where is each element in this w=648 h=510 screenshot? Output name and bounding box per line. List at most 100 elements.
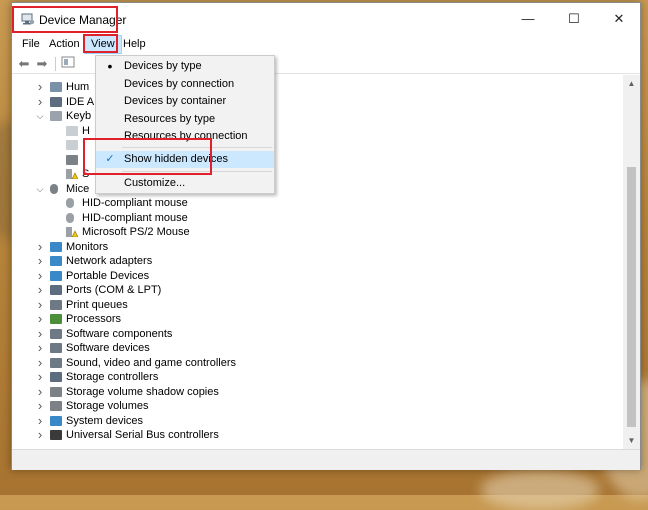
- device-manager-window: Device Manager — ☐ ✕ File Action View He…: [11, 2, 641, 470]
- tree-node[interactable]: › System devices: [12, 413, 612, 428]
- collapsed-chevron-icon[interactable]: ›: [35, 312, 45, 326]
- hid-icon: [50, 82, 62, 92]
- collapsed-chevron-icon[interactable]: ›: [35, 370, 45, 384]
- view-menu-item-label: Resources by type: [124, 112, 216, 125]
- collapsed-chevron-icon[interactable]: ›: [35, 239, 45, 254]
- portable-device-icon: [50, 270, 62, 281]
- tree-node[interactable]: › Network adapters: [12, 254, 612, 268]
- tree-node-label: IDE A: [66, 95, 95, 108]
- collapsed-chevron-icon[interactable]: ›: [35, 399, 45, 413]
- monitor-icon: [50, 241, 62, 252]
- collapsed-chevron-icon[interactable]: ›: [35, 428, 45, 442]
- tree-node[interactable]: › Software devices: [12, 341, 612, 355]
- view-menu-item[interactable]: Devices by container: [96, 93, 274, 110]
- tree-node-label: Software devices: [66, 342, 150, 354]
- status-bar: [12, 449, 640, 470]
- expanded-chevron-icon[interactable]: ⌵: [35, 109, 45, 123]
- mouse-icon: [66, 198, 74, 208]
- usb-icon: [50, 430, 62, 440]
- tree-node[interactable]: › Sound, video and game controllers: [12, 355, 612, 370]
- collapsed-chevron-icon[interactable]: ›: [35, 355, 45, 370]
- scrollbar-thumb[interactable]: [627, 167, 636, 427]
- view-menu-item[interactable]: • Devices by type: [96, 58, 274, 75]
- view-menu-item[interactable]: Resources by type: [96, 111, 274, 128]
- keyboard-icon: [66, 125, 78, 136]
- speaker-icon: [50, 357, 62, 368]
- collapsed-chevron-icon[interactable]: ›: [35, 283, 45, 297]
- collapsed-chevron-icon[interactable]: ›: [35, 384, 45, 399]
- tree-node[interactable]: HID-compliant mouse: [12, 196, 612, 210]
- tree-node-label: System devices: [66, 414, 144, 427]
- mouse-icon: [50, 183, 58, 194]
- tree-node-label: Monitors: [66, 240, 109, 253]
- collapsed-chevron-icon[interactable]: ›: [35, 94, 45, 109]
- keyboard-icon: [66, 154, 78, 165]
- scroll-down-icon[interactable]: ▼: [623, 432, 640, 449]
- forward-arrow-icon[interactable]: ➡: [34, 56, 50, 72]
- tree-node[interactable]: Microsoft PS/2 Mouse: [12, 225, 612, 239]
- software-component-icon: [50, 328, 62, 339]
- tree-node[interactable]: › Portable Devices: [12, 268, 612, 283]
- view-menu-item-label: Customize...: [124, 177, 186, 189]
- minimize-button[interactable]: —: [505, 3, 551, 34]
- tree-node-label: Sound, video and game controllers: [66, 356, 236, 369]
- collapsed-chevron-icon[interactable]: ›: [35, 341, 45, 355]
- tree-node-label: Software components: [66, 327, 173, 340]
- tree-node-label: Processors: [66, 313, 122, 325]
- tree-node[interactable]: › Storage volumes: [12, 399, 612, 413]
- collapsed-chevron-icon[interactable]: ›: [35, 326, 45, 341]
- tree-node[interactable]: › Print queues: [12, 297, 612, 312]
- collapsed-chevron-icon[interactable]: ›: [35, 80, 45, 94]
- tree-node[interactable]: › Monitors: [12, 239, 612, 254]
- disk-icon: [50, 401, 62, 411]
- tree-node-label: HID-compliant mouse: [82, 197, 188, 209]
- tree-node[interactable]: › Storage volume shadow copies: [12, 384, 612, 399]
- tree-node[interactable]: › Processors: [12, 312, 612, 326]
- menu-help[interactable]: Help: [117, 35, 152, 54]
- callout-view-menu: [83, 34, 118, 53]
- view-menu-item-label: Devices by connection: [124, 77, 235, 90]
- radio-bullet-icon: •: [107, 58, 113, 74]
- tree-node-label: Storage volume shadow copies: [66, 385, 219, 398]
- tree-node-label: Keyb: [66, 110, 92, 122]
- mouse-icon: [66, 212, 74, 223]
- tree-node[interactable]: › Ports (COM & LPT): [12, 283, 612, 297]
- keyboard-icon: [66, 140, 78, 150]
- keyboard-icon: [50, 111, 62, 121]
- tree-node-label: Print queues: [66, 298, 128, 311]
- tree-node-label: Storage volumes: [66, 400, 149, 412]
- tree-node-label: Mice: [66, 182, 90, 195]
- tree-node[interactable]: › Universal Serial Bus controllers: [12, 428, 612, 442]
- scroll-up-icon[interactable]: ▲: [623, 75, 640, 92]
- software-device-icon: [50, 343, 62, 353]
- menu-action[interactable]: Action: [43, 35, 86, 54]
- collapsed-chevron-icon[interactable]: ›: [35, 297, 45, 312]
- tree-node[interactable]: › Software components: [12, 326, 612, 341]
- properties-icon[interactable]: [60, 56, 76, 72]
- ide-icon: [50, 96, 62, 107]
- desktop-background: [480, 470, 600, 510]
- tree-node[interactable]: HID-compliant mouse: [12, 211, 612, 225]
- tree-node[interactable]: › Storage controllers: [12, 370, 612, 384]
- close-button[interactable]: ✕: [596, 3, 642, 34]
- system-device-icon: [50, 415, 62, 426]
- vertical-scrollbar[interactable]: ▲ ▼: [623, 75, 640, 449]
- processor-icon: [50, 314, 62, 324]
- collapsed-chevron-icon[interactable]: ›: [35, 254, 45, 268]
- view-menu-item[interactable]: Devices by connection: [96, 76, 274, 93]
- tree-node-label: Ports (COM & LPT): [66, 284, 162, 296]
- tree-node-label: Network adapters: [66, 255, 153, 267]
- collapsed-chevron-icon[interactable]: ›: [35, 268, 45, 283]
- warning-icon: [66, 169, 79, 180]
- maximize-button[interactable]: ☐: [551, 3, 597, 34]
- disk-icon: [50, 386, 62, 397]
- menu-file[interactable]: File: [16, 35, 46, 54]
- tree-node-label: Microsoft PS/2 Mouse: [82, 226, 190, 238]
- expanded-chevron-icon[interactable]: ⌵: [35, 182, 45, 196]
- view-menu-item[interactable]: Customize...: [96, 175, 274, 192]
- network-icon: [50, 256, 62, 266]
- toolbar-separator: [55, 57, 56, 71]
- back-arrow-icon[interactable]: ⬅: [16, 56, 32, 72]
- tree-node-label: Hum: [66, 81, 90, 93]
- collapsed-chevron-icon[interactable]: ›: [35, 413, 45, 428]
